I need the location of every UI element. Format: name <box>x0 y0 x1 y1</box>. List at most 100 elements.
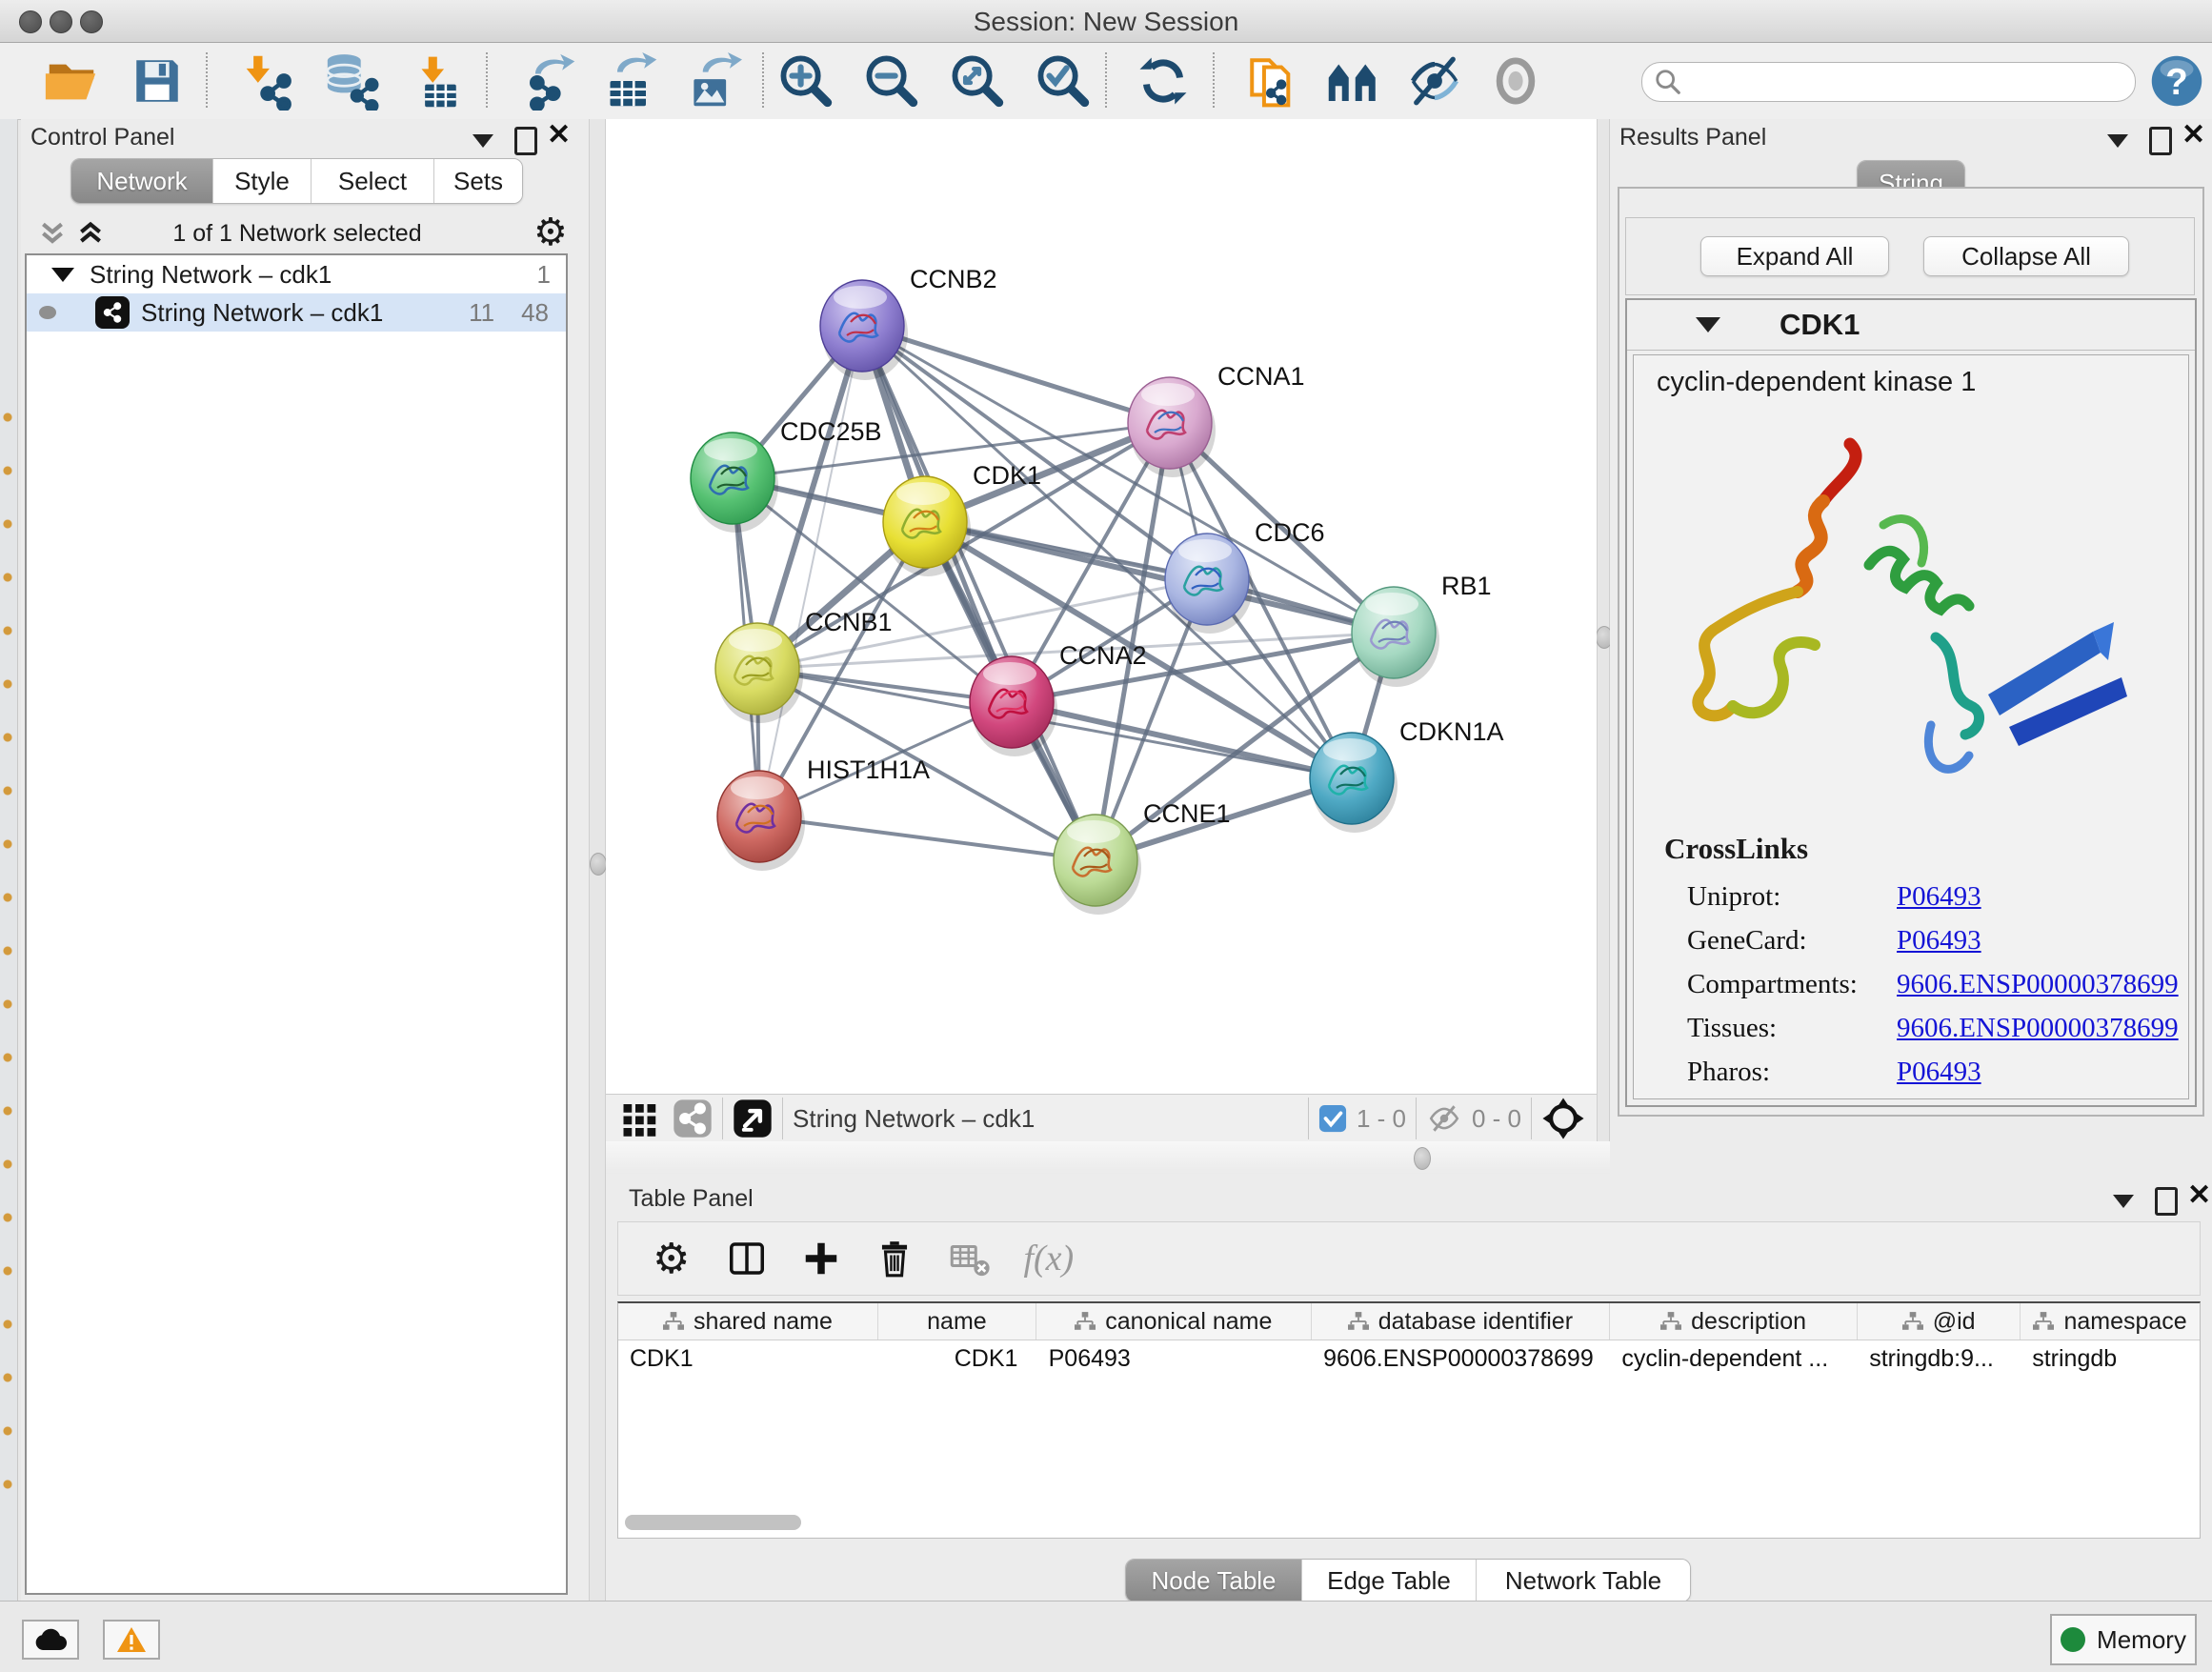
column-header[interactable]: @id <box>1858 1303 2021 1340</box>
cell-name[interactable]: CDK1 <box>878 1340 1037 1377</box>
hidden-eye-icon[interactable] <box>1426 1102 1462 1135</box>
crosslink-link[interactable]: 9606.ENSP00000378699 <box>1897 1013 2179 1044</box>
tree-expand-caret-icon[interactable] <box>51 268 74 282</box>
help-button[interactable]: ? <box>2145 50 2208 111</box>
network-edge[interactable] <box>862 326 1394 633</box>
cell-id[interactable]: stringdb:9... <box>1858 1340 2021 1377</box>
collapse-all-chevron-icon[interactable] <box>36 218 69 249</box>
grid-view-icon[interactable] <box>621 1099 659 1138</box>
panel-close-icon[interactable]: ✕ <box>2187 1183 2211 1208</box>
column-header[interactable]: canonical name <box>1036 1303 1312 1340</box>
cell-database-identifier[interactable]: 9606.ENSP00000378699 <box>1312 1340 1610 1377</box>
network-node-HIST1H1A[interactable]: HIST1H1A <box>717 755 930 871</box>
network-edge[interactable] <box>759 816 1096 860</box>
network-node-CDC6[interactable]: CDC6 <box>1165 518 1325 634</box>
zoom-fit-button[interactable] <box>946 50 1009 111</box>
network-edge[interactable] <box>1012 702 1352 778</box>
network-options-gear-icon[interactable]: ⚙ <box>533 211 568 254</box>
cell-shared-name[interactable]: CDK1 <box>618 1340 878 1377</box>
panel-float-icon[interactable] <box>2149 127 2172 155</box>
column-header[interactable]: database identifier <box>1312 1303 1610 1340</box>
settings-gear-icon[interactable]: ⚙ <box>653 1235 690 1283</box>
zoom-out-button[interactable] <box>860 50 923 111</box>
export-table-button[interactable] <box>600 50 663 111</box>
splitter-grip[interactable] <box>590 853 607 876</box>
tab-network-table[interactable]: Network Table <box>1477 1560 1690 1601</box>
refresh-view-button[interactable] <box>1132 50 1195 111</box>
show-graphics-details-button[interactable] <box>1484 50 1547 111</box>
expand-all-button[interactable]: Expand All <box>1700 236 1889 276</box>
clone-network-button[interactable] <box>1241 50 1304 111</box>
panel-close-icon[interactable]: ✕ <box>547 123 571 148</box>
panel-float-icon[interactable] <box>2155 1187 2178 1216</box>
panel-collapse-icon[interactable] <box>2107 134 2128 148</box>
left-splitter[interactable] <box>589 119 606 1601</box>
gene-expand-caret-icon[interactable] <box>1696 317 1720 332</box>
column-header[interactable]: description <box>1610 1303 1858 1340</box>
right-splitter[interactable] <box>1597 119 1610 1141</box>
expand-all-chevron-icon[interactable] <box>74 218 107 249</box>
cell-namespace[interactable]: stringdb <box>2021 1340 2200 1377</box>
splitter-grip[interactable] <box>1414 1147 1431 1170</box>
column-header[interactable]: namespace <box>2021 1303 2200 1340</box>
network-node-CCNB2[interactable]: CCNB2 <box>820 265 997 380</box>
tab-node-table[interactable]: Node Table <box>1126 1560 1302 1601</box>
memory-button[interactable]: Memory <box>2050 1614 2197 1665</box>
open-in-window-icon[interactable] <box>733 1098 773 1138</box>
import-network-file-button[interactable] <box>238 50 301 111</box>
birdseye-icon[interactable] <box>1541 1097 1585 1140</box>
zoom-in-button[interactable] <box>774 50 837 111</box>
network-node-RB1[interactable]: RB1 <box>1352 572 1492 687</box>
network-canvas[interactable]: CCNB2CCNA1CDC25BCDK1CDC6RB1CCNB1CCNA2CDK… <box>606 119 1597 1094</box>
network-node-CDC25B[interactable]: CDC25B <box>691 417 882 533</box>
column-header[interactable]: shared name <box>618 1303 878 1340</box>
table-row[interactable]: CDK1 CDK1 P06493 9606.ENSP00000378699 cy… <box>618 1340 2200 1377</box>
selected-checkbox[interactable] <box>1318 1104 1347 1133</box>
tab-select[interactable]: Select <box>312 159 434 203</box>
panel-float-icon[interactable] <box>514 127 537 155</box>
gene-card-header[interactable]: CDK1 <box>1627 300 2195 351</box>
first-neighbors-button[interactable] <box>1322 50 1385 111</box>
collapse-all-button[interactable]: Collapse All <box>1923 236 2129 276</box>
cloud-status-button[interactable] <box>22 1620 79 1660</box>
search-input[interactable] <box>1682 68 2096 96</box>
panel-collapse-icon[interactable] <box>2113 1195 2134 1208</box>
cell-description[interactable]: cyclin-dependent ... <box>1610 1340 1858 1377</box>
tab-edge-table[interactable]: Edge Table <box>1302 1560 1477 1601</box>
network-edge[interactable] <box>862 326 1170 423</box>
open-session-button[interactable] <box>40 50 103 111</box>
toggle-columns-icon[interactable] <box>728 1239 766 1278</box>
network-node-CCNE1[interactable]: CCNE1 <box>1054 799 1231 915</box>
scrollbar-thumb[interactable] <box>625 1515 801 1530</box>
tab-sets[interactable]: Sets <box>434 159 522 203</box>
string-network-graph[interactable]: CCNB2CCNA1CDC25BCDK1CDC6RB1CCNB1CCNA2CDK… <box>606 119 1597 1094</box>
import-table-file-button[interactable] <box>404 50 467 111</box>
panel-collapse-icon[interactable] <box>473 134 493 148</box>
tab-style[interactable]: Style <box>213 159 312 203</box>
network-tree-row[interactable]: String Network – cdk1 11 48 <box>27 293 566 332</box>
cell-canonical-name[interactable]: P06493 <box>1037 1340 1313 1377</box>
export-network-button[interactable] <box>518 50 581 111</box>
import-network-database-button[interactable] <box>320 50 383 111</box>
clear-table-icon[interactable] <box>949 1239 991 1278</box>
network-node-CCNA1[interactable]: CCNA1 <box>1128 362 1305 477</box>
crosslink-link[interactable]: P06493 <box>1897 881 1981 913</box>
network-node-CDKN1A[interactable]: CDKN1A <box>1310 717 1504 833</box>
delete-column-icon[interactable] <box>876 1239 913 1279</box>
share-network-icon[interactable] <box>673 1098 713 1138</box>
function-builder-icon[interactable]: f(x) <box>1023 1238 1074 1279</box>
warning-status-button[interactable] <box>103 1620 160 1660</box>
crosslink-link[interactable]: P06493 <box>1897 1057 1981 1088</box>
save-session-button[interactable] <box>126 50 189 111</box>
zoom-selected-button[interactable] <box>1032 50 1095 111</box>
export-image-button[interactable] <box>682 50 745 111</box>
network-tree-root-row[interactable]: String Network – cdk1 1 <box>27 255 566 293</box>
crosslink-link[interactable]: 9606.ENSP00000378699 <box>1897 969 2179 1000</box>
panel-close-icon[interactable]: ✕ <box>2182 123 2205 148</box>
tab-network[interactable]: Network <box>71 159 213 203</box>
crosslink-link[interactable]: P06493 <box>1897 925 1981 957</box>
add-column-icon[interactable] <box>802 1239 840 1278</box>
table-horizontal-scrollbar[interactable] <box>625 1515 2187 1530</box>
hide-selected-button[interactable] <box>1403 50 1466 111</box>
column-header[interactable]: name <box>878 1303 1036 1340</box>
